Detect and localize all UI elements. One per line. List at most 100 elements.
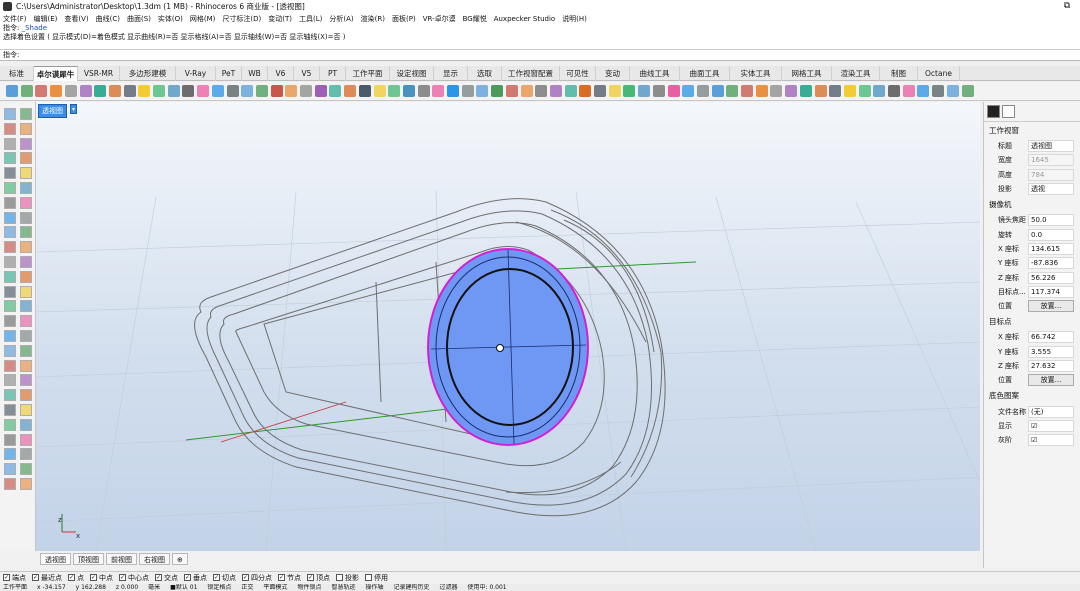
status-item[interactable]: 记录建构历史 bbox=[393, 584, 429, 591]
toolbar-tool-icon[interactable] bbox=[447, 85, 459, 97]
toolbar-tool-icon[interactable] bbox=[241, 85, 254, 97]
status-item[interactable]: 操作轴 bbox=[365, 584, 383, 591]
toolbar-tool-icon[interactable] bbox=[946, 85, 959, 97]
left-tool-icon[interactable] bbox=[20, 300, 32, 313]
left-tool-icon[interactable] bbox=[20, 122, 32, 135]
viewport-tab[interactable]: 透视图 bbox=[40, 553, 71, 565]
left-tool-icon[interactable] bbox=[4, 108, 16, 120]
menu-item[interactable]: 渲染(R) bbox=[361, 14, 385, 24]
left-tool-icon[interactable] bbox=[20, 152, 32, 165]
osnap-item[interactable]: ✓ 点 bbox=[68, 573, 84, 583]
osnap-checkbox[interactable]: ✓ bbox=[68, 574, 75, 581]
viewport-tab[interactable]: 前视图 bbox=[106, 553, 137, 565]
toolbar-tool-icon[interactable] bbox=[814, 85, 827, 97]
tab-item[interactable]: 可见性 bbox=[560, 66, 596, 81]
toolbar-tool-icon[interactable] bbox=[549, 85, 562, 97]
toolbar-tool-icon[interactable] bbox=[579, 85, 592, 97]
toolbar-tool-icon[interactable] bbox=[961, 85, 974, 97]
left-tool-icon[interactable] bbox=[20, 344, 32, 357]
toolbar-tool-icon[interactable] bbox=[902, 85, 915, 97]
status-item[interactable]: 锁定格点 bbox=[207, 584, 231, 591]
left-tool-icon[interactable] bbox=[20, 404, 32, 416]
toolbar-tool-icon[interactable] bbox=[873, 85, 886, 97]
tab-item[interactable]: VSR-MR bbox=[78, 66, 120, 81]
tab-item[interactable]: PeT bbox=[216, 66, 242, 81]
status-item[interactable]: y 162.288 bbox=[76, 584, 106, 591]
command-prompt[interactable]: 指令: bbox=[0, 50, 1080, 61]
status-item[interactable]: ■默认 01 bbox=[170, 584, 197, 591]
osnap-checkbox[interactable]: ✓ bbox=[3, 574, 10, 581]
toolbar-tool-icon[interactable] bbox=[829, 85, 842, 97]
toolbar-tool-icon[interactable] bbox=[696, 85, 709, 97]
tab-item[interactable]: 曲面工具 bbox=[680, 66, 730, 81]
left-tool-icon[interactable] bbox=[20, 463, 32, 476]
left-tool-icon[interactable] bbox=[4, 137, 16, 150]
left-tool-icon[interactable] bbox=[4, 344, 16, 357]
left-tool-icon[interactable] bbox=[4, 315, 16, 328]
left-tool-icon[interactable] bbox=[20, 448, 32, 461]
left-tool-icon[interactable] bbox=[20, 226, 32, 239]
toolbar-tool-icon[interactable] bbox=[226, 85, 239, 97]
toolbar-tool-icon[interactable] bbox=[285, 85, 298, 97]
osnap-checkbox[interactable] bbox=[336, 574, 343, 581]
target-prop-value[interactable]: 3.555 bbox=[1028, 345, 1074, 358]
viewport-menu-arrow[interactable]: ▾ bbox=[70, 104, 77, 114]
viewport-tab[interactable]: ⊕ bbox=[172, 553, 188, 565]
toolbar-tool-icon[interactable] bbox=[64, 85, 77, 97]
toolbar-tool-icon[interactable] bbox=[888, 85, 900, 97]
left-tool-icon[interactable] bbox=[20, 182, 32, 194]
status-item[interactable]: 毫米 bbox=[148, 584, 160, 591]
osnap-checkbox[interactable]: ✓ bbox=[90, 574, 97, 581]
left-tool-icon[interactable] bbox=[4, 359, 16, 372]
osnap-checkbox[interactable]: ✓ bbox=[184, 574, 191, 581]
toolbar-tool-icon[interactable] bbox=[491, 85, 504, 97]
menu-item[interactable]: 尺寸标注(D) bbox=[222, 14, 261, 24]
toolbar-tool-icon[interactable] bbox=[741, 85, 753, 97]
status-item[interactable]: 智慧轨迹 bbox=[331, 584, 355, 591]
left-tool-icon[interactable] bbox=[20, 196, 32, 209]
toolbar-tool-icon[interactable] bbox=[843, 85, 856, 97]
camera-icon[interactable] bbox=[987, 105, 1000, 118]
background-prop-value[interactable]: (无) bbox=[1028, 405, 1074, 418]
object-properties-icon[interactable] bbox=[1002, 105, 1015, 118]
tab-item[interactable]: 变动 bbox=[596, 66, 630, 81]
status-item[interactable]: 正交 bbox=[241, 584, 253, 591]
toolbar-tool-icon[interactable] bbox=[505, 85, 518, 97]
tab-item[interactable]: WB bbox=[242, 66, 268, 81]
tab-item[interactable]: 标准 bbox=[0, 66, 34, 81]
toolbar-tool-icon[interactable] bbox=[358, 85, 371, 97]
restore-button[interactable]: ⧉ bbox=[1054, 0, 1080, 13]
toolbar-tool-icon[interactable] bbox=[108, 85, 121, 97]
left-tool-icon[interactable] bbox=[4, 167, 16, 180]
menu-item[interactable]: 文件(F) bbox=[3, 14, 27, 24]
toolbar-tool-icon[interactable] bbox=[344, 85, 357, 97]
left-tool-icon[interactable] bbox=[4, 418, 16, 431]
toolbar-tool-icon[interactable] bbox=[667, 85, 680, 97]
viewport-prop-value[interactable]: 透视图 bbox=[1028, 140, 1074, 153]
left-tool-icon[interactable] bbox=[4, 241, 16, 254]
osnap-checkbox[interactable] bbox=[365, 574, 372, 581]
menu-item[interactable]: 实体(O) bbox=[158, 14, 183, 24]
left-tool-icon[interactable] bbox=[4, 211, 16, 224]
tab-item[interactable]: Octane bbox=[918, 66, 960, 81]
toolbar-tool-icon[interactable] bbox=[623, 85, 636, 97]
left-tool-icon[interactable] bbox=[4, 182, 16, 194]
left-tool-icon[interactable] bbox=[4, 152, 16, 165]
toolbar-tool-icon[interactable] bbox=[770, 85, 783, 97]
toolbar-tool-icon[interactable] bbox=[50, 85, 63, 97]
left-tool-icon[interactable] bbox=[4, 389, 16, 402]
toolbar-tool-icon[interactable] bbox=[726, 85, 739, 97]
left-tool-icon[interactable] bbox=[20, 241, 32, 254]
toolbar-tool-icon[interactable] bbox=[432, 85, 445, 97]
toolbar-tool-icon[interactable] bbox=[255, 85, 268, 97]
toolbar-tool-icon[interactable] bbox=[476, 85, 489, 97]
left-tool-icon[interactable] bbox=[20, 211, 32, 224]
toolbar-tool-icon[interactable] bbox=[461, 85, 474, 97]
left-tool-icon[interactable] bbox=[4, 330, 16, 342]
osnap-item[interactable]: ✓ 中点 bbox=[90, 573, 113, 583]
osnap-item[interactable]: ✓ 切点 bbox=[213, 573, 236, 583]
status-item[interactable]: z 0.000 bbox=[116, 584, 138, 591]
menu-item[interactable]: 工具(L) bbox=[299, 14, 322, 24]
menu-item[interactable]: 编辑(E) bbox=[34, 14, 58, 24]
target-prop-value[interactable]: 66.742 bbox=[1028, 331, 1074, 344]
